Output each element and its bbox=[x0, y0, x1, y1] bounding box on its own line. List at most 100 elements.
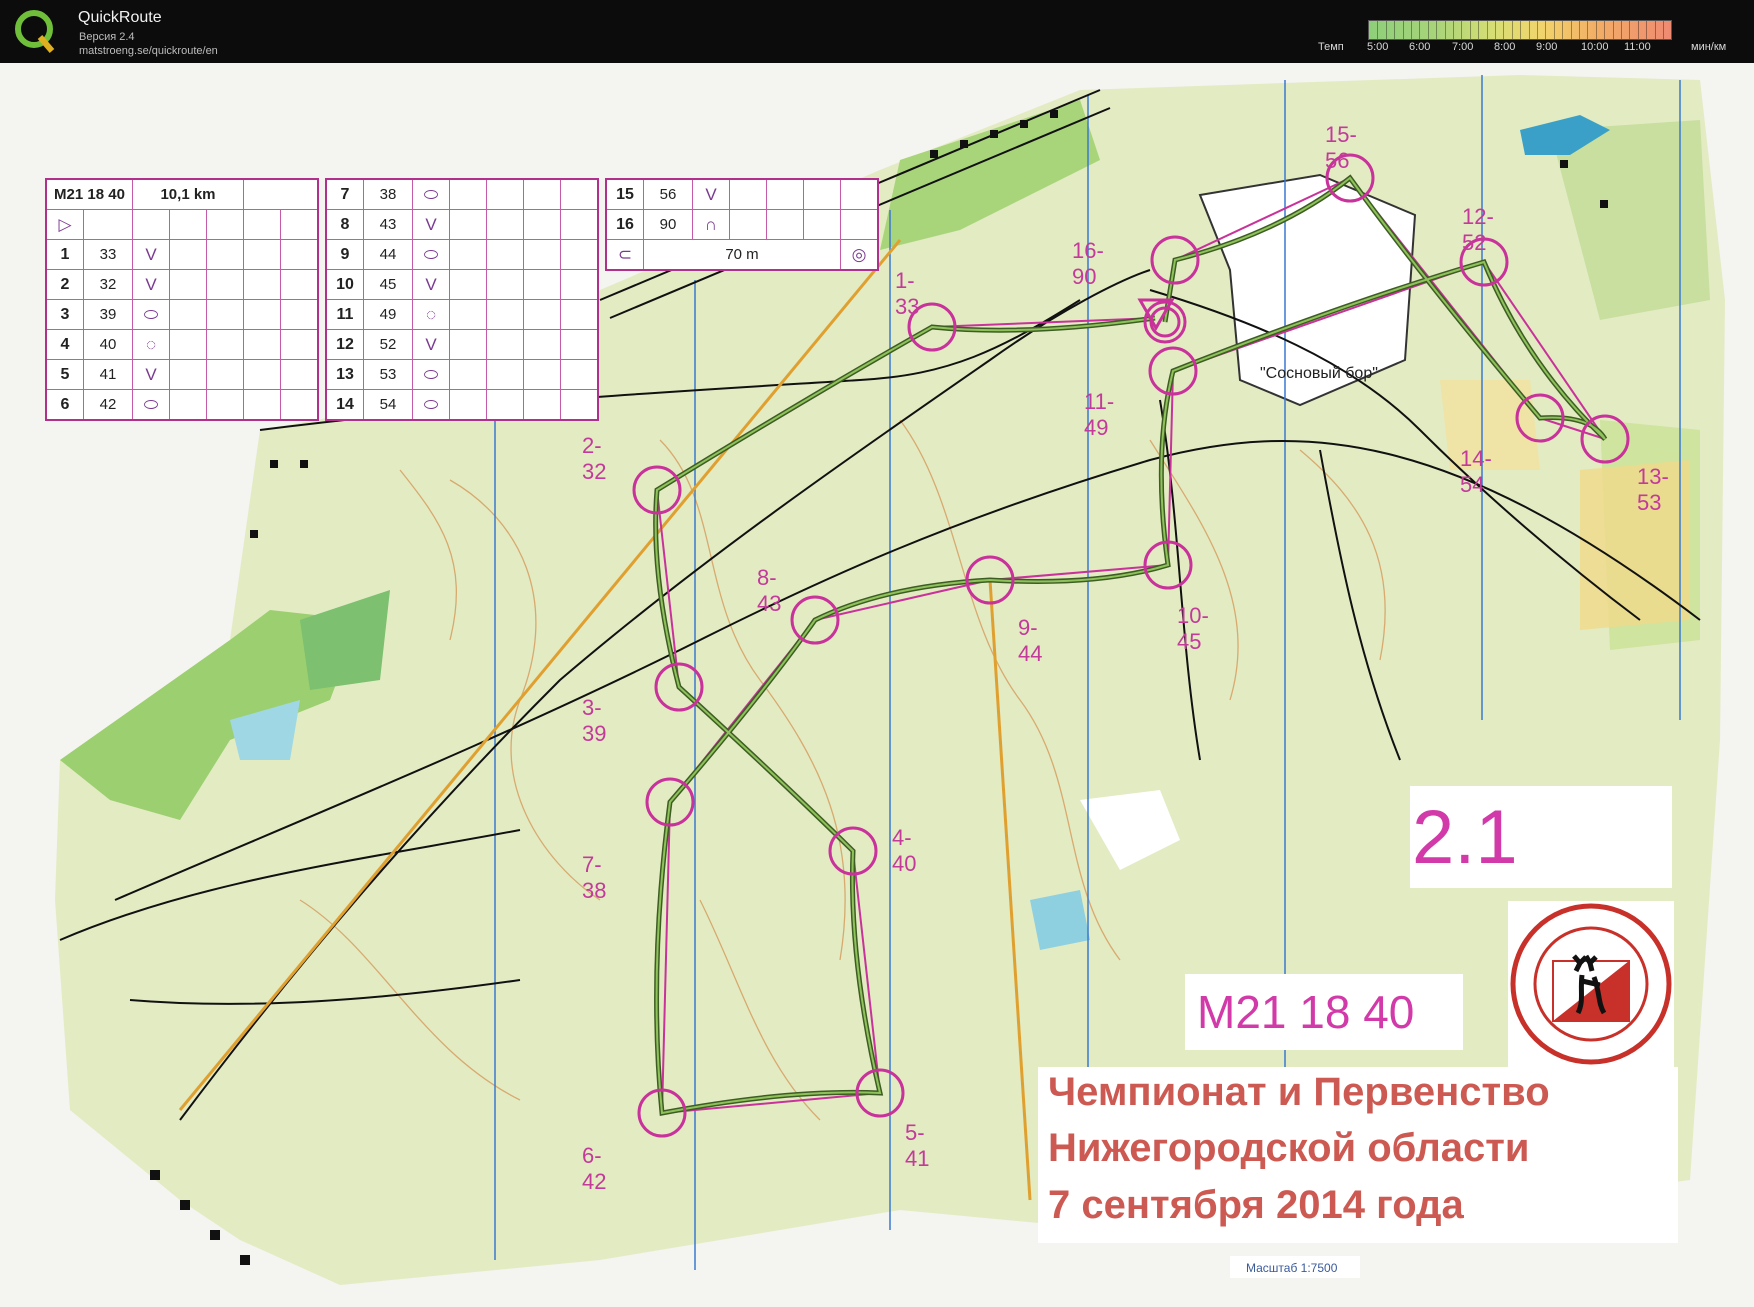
description-row: 2 32 V bbox=[45, 269, 319, 300]
description-cell bbox=[206, 389, 244, 421]
control-description-table-3: 15 56 V 16 90 ∩ ⊂ 70 m ◎ bbox=[605, 178, 879, 271]
description-cell bbox=[560, 209, 599, 240]
finish-arrow-icon: ⊂ bbox=[605, 239, 644, 271]
control-label: 14-54 bbox=[1460, 446, 1492, 497]
description-row: 10 45 V bbox=[325, 269, 599, 300]
description-cell bbox=[560, 239, 599, 270]
feature-symbol-icon: ⬭ bbox=[412, 239, 450, 270]
pace-scale-segment bbox=[1377, 21, 1379, 39]
description-cell bbox=[486, 389, 524, 421]
pace-scale-segment bbox=[1495, 21, 1496, 39]
control-label: 15-56 bbox=[1325, 122, 1357, 173]
description-cell bbox=[449, 329, 487, 360]
description-cell bbox=[486, 209, 524, 240]
description-cell bbox=[169, 359, 207, 390]
pace-scale-segment bbox=[1537, 21, 1538, 39]
start-triangle-icon: ▷ bbox=[45, 209, 84, 240]
control-code: 33 bbox=[83, 239, 133, 270]
control-number: 1 bbox=[45, 239, 84, 270]
description-cell bbox=[803, 178, 841, 210]
pace-scale-segment bbox=[1394, 21, 1396, 39]
pace-color-scale bbox=[1368, 20, 1672, 40]
orienteering-map[interactable]: 1-33 2-32 3-39 4-40 5-41 6-42 7-38 8-43 9-44 10-4… bbox=[0, 63, 1754, 1307]
description-row: 12 52 V bbox=[325, 329, 599, 360]
day-label: 2.1 bbox=[1412, 795, 1518, 880]
pace-unit: мин/км bbox=[1691, 41, 1727, 53]
description-row: 1 33 V bbox=[45, 239, 319, 270]
description-cell bbox=[280, 389, 319, 421]
description-cell bbox=[523, 239, 561, 270]
description-cell bbox=[523, 359, 561, 390]
control-number: 2 bbox=[45, 269, 84, 300]
pace-tick-label: 5:00 bbox=[1367, 41, 1389, 53]
description-cell bbox=[280, 299, 319, 330]
description-row: 13 53 ⬭ bbox=[325, 359, 599, 390]
pace-scale-segment bbox=[1553, 21, 1555, 39]
pace-label: Темп bbox=[1318, 41, 1344, 53]
pace-tick-label: 8:00 bbox=[1494, 41, 1516, 53]
control-description-table-2: 7 38 ⬭ 8 43 V 9 44 ⬭ 10 45 V 11 49 ◌ 12 52 V 13 53 ⬭ 14 54 ⬭ bbox=[325, 178, 599, 421]
control-code: 42 bbox=[83, 389, 133, 421]
description-cell bbox=[560, 178, 599, 210]
pace-scale-segment bbox=[1621, 21, 1622, 39]
control-number: 8 bbox=[325, 209, 364, 240]
pace-scale-segment bbox=[1419, 21, 1421, 39]
control-number: 7 bbox=[325, 178, 364, 210]
app-url[interactable]: matstroeng.se/quickroute/en bbox=[79, 45, 218, 57]
event-title-line-3: 7 сентября 2014 года bbox=[1048, 1183, 1464, 1227]
control-code: 43 bbox=[363, 209, 413, 240]
description-cell bbox=[560, 269, 599, 300]
description-cell bbox=[449, 359, 487, 390]
pace-scale-segment bbox=[1587, 21, 1589, 39]
course-class: M21 18 40 bbox=[45, 178, 133, 210]
pace-tick-label: 9:00 bbox=[1536, 41, 1558, 53]
control-label: 11-49 bbox=[1084, 389, 1115, 440]
feature-symbol-icon: ⬭ bbox=[412, 178, 450, 210]
control-description-table-1: M21 18 40 10,1 km ▷ 1 33 V 2 32 V 3 39 ⬭ 4 40 ◌ 5 41 V… bbox=[45, 178, 319, 421]
description-cell bbox=[449, 178, 487, 210]
description-cell bbox=[243, 359, 281, 390]
control-label: 4-40 bbox=[892, 825, 917, 876]
control-label: 5-41 bbox=[905, 1120, 930, 1171]
description-cell bbox=[449, 299, 487, 330]
pace-scale-segment bbox=[1646, 21, 1648, 39]
description-cell bbox=[523, 299, 561, 330]
pace-scale-segment bbox=[1453, 21, 1454, 39]
description-cell bbox=[523, 178, 561, 210]
control-number: 10 bbox=[325, 269, 364, 300]
feature-symbol-icon: V bbox=[412, 269, 450, 300]
pace-scale-segment bbox=[1663, 21, 1664, 39]
pace-scale-segment bbox=[1444, 21, 1446, 39]
control-label: 9-44 bbox=[1018, 615, 1043, 666]
control-number: 9 bbox=[325, 239, 364, 270]
feature-symbol-icon: V bbox=[412, 329, 450, 360]
description-row: 8 43 V bbox=[325, 209, 599, 240]
course-length: 10,1 km bbox=[132, 178, 244, 210]
control-label: 12-52 bbox=[1462, 204, 1494, 255]
control-label: 2-32 bbox=[582, 433, 607, 484]
description-row: 11 49 ◌ bbox=[325, 299, 599, 330]
control-code: 32 bbox=[83, 269, 133, 300]
description-cell bbox=[449, 269, 487, 300]
pace-scale-segment bbox=[1545, 21, 1547, 39]
event-title-line-1: Чемпионат и Первенство bbox=[1048, 1070, 1550, 1114]
description-row: 7 38 ⬭ bbox=[325, 178, 599, 210]
pace-scale-segment bbox=[1385, 21, 1387, 39]
map-scale: Масштаб 1:7500 bbox=[1246, 1261, 1338, 1275]
description-row: 5 41 V bbox=[45, 359, 319, 390]
control-number: 16 bbox=[605, 209, 644, 240]
pace-scale-segment bbox=[1478, 21, 1480, 39]
pace-scale-segment bbox=[1469, 21, 1471, 39]
description-row: 6 42 ⬭ bbox=[45, 389, 319, 421]
description-cell bbox=[169, 329, 207, 360]
feature-symbol-icon: ⬭ bbox=[132, 299, 170, 330]
feature-symbol-icon: V bbox=[132, 359, 170, 390]
pace-scale-segment bbox=[1604, 21, 1606, 39]
control-label: 7-38 bbox=[582, 852, 607, 903]
description-cell bbox=[206, 329, 244, 360]
control-number: 6 bbox=[45, 389, 84, 421]
description-cell bbox=[280, 239, 319, 270]
description-cell bbox=[523, 389, 561, 421]
control-number: 11 bbox=[325, 299, 364, 330]
event-title-line-2: Нижегородской области bbox=[1048, 1126, 1530, 1170]
